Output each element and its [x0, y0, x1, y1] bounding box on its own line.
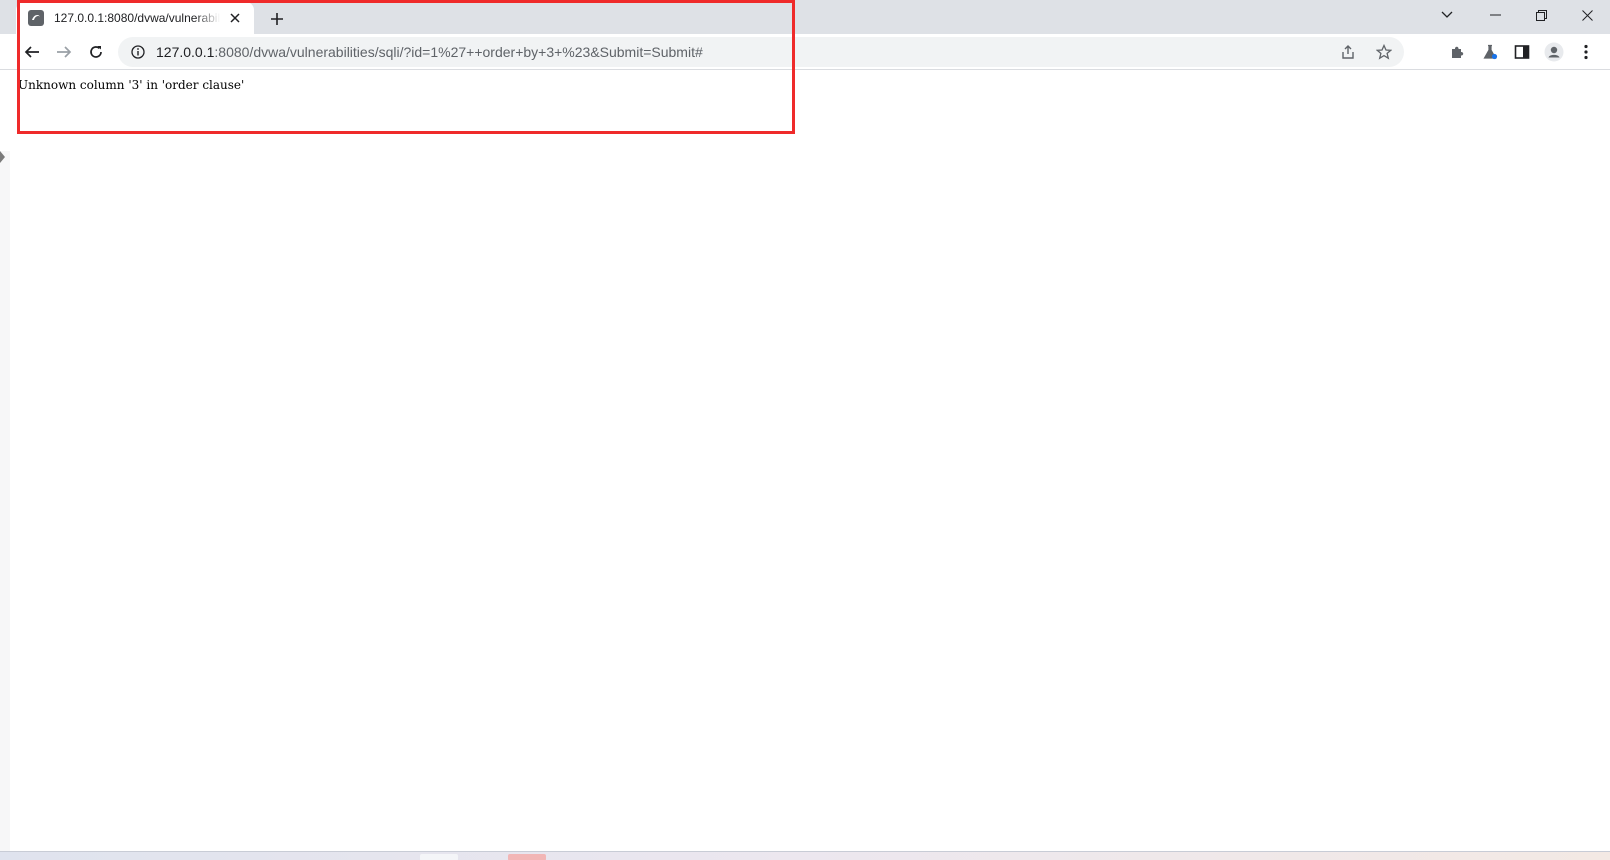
taskbar — [0, 851, 1610, 860]
share-icon[interactable] — [1334, 38, 1362, 66]
back-button[interactable] — [18, 38, 46, 66]
close-icon — [1581, 9, 1593, 21]
labs-button[interactable] — [1476, 38, 1504, 66]
browser-toolbar: 127.0.0.1:8080/dvwa/vulnerabilities/sqli… — [0, 34, 1610, 70]
dvwa-favicon-icon — [28, 10, 44, 26]
url-host: 127.0.0.1 — [156, 44, 215, 60]
taskbar-item[interactable] — [420, 854, 458, 860]
tab-search-button[interactable] — [1424, 0, 1470, 30]
profile-button[interactable] — [1540, 38, 1568, 66]
sql-error-message: Unknown column '3' in 'order clause' — [18, 78, 245, 92]
flask-icon — [1483, 44, 1498, 60]
tab-strip: 127.0.0.1:8080/dvwa/vulnerabilities/sqli… — [0, 0, 1610, 34]
reload-icon — [90, 46, 102, 58]
forward-arrow-icon — [57, 46, 72, 58]
info-icon[interactable] — [124, 38, 152, 66]
minimize-icon — [1489, 14, 1501, 16]
forward-button[interactable] — [50, 38, 78, 66]
new-tab-button[interactable] — [264, 6, 290, 32]
menu-button[interactable] — [1572, 38, 1600, 66]
restore-button[interactable] — [1518, 0, 1564, 30]
more-vert-icon — [1584, 44, 1588, 60]
profile-icon — [1544, 42, 1564, 62]
close-window-button[interactable] — [1564, 0, 1610, 30]
puzzle-icon — [1452, 46, 1464, 58]
browser-tab[interactable]: 127.0.0.1:8080/dvwa/vulnerabilities/sqli… — [16, 2, 254, 34]
reload-button[interactable] — [82, 38, 110, 66]
left-edge-strip — [0, 151, 10, 851]
address-bar[interactable]: 127.0.0.1:8080/dvwa/vulnerabilities/sqli… — [118, 37, 1404, 67]
back-arrow-icon — [24, 46, 39, 58]
scroll-indicator-icon — [0, 151, 5, 163]
side-panel-icon — [1514, 45, 1530, 59]
side-panel-button[interactable] — [1508, 38, 1536, 66]
page-content: Unknown column '3' in 'order clause' — [0, 71, 1610, 851]
chevron-down-icon — [1441, 11, 1453, 18]
plus-icon — [271, 13, 283, 25]
minimize-button[interactable] — [1472, 0, 1518, 30]
taskbar-item[interactable] — [508, 854, 546, 860]
tab-title: 127.0.0.1:8080/dvwa/vulnerabilities/sqli… — [54, 11, 220, 25]
star-icon[interactable] — [1370, 38, 1398, 66]
url-text[interactable]: 127.0.0.1:8080/dvwa/vulnerabilities/sqli… — [156, 44, 703, 60]
extensions-button[interactable] — [1444, 38, 1472, 66]
url-path: :8080/dvwa/vulnerabilities/sqli/?id=1%27… — [214, 44, 703, 60]
close-tab-icon[interactable] — [226, 9, 244, 27]
restore-icon — [1535, 9, 1547, 21]
